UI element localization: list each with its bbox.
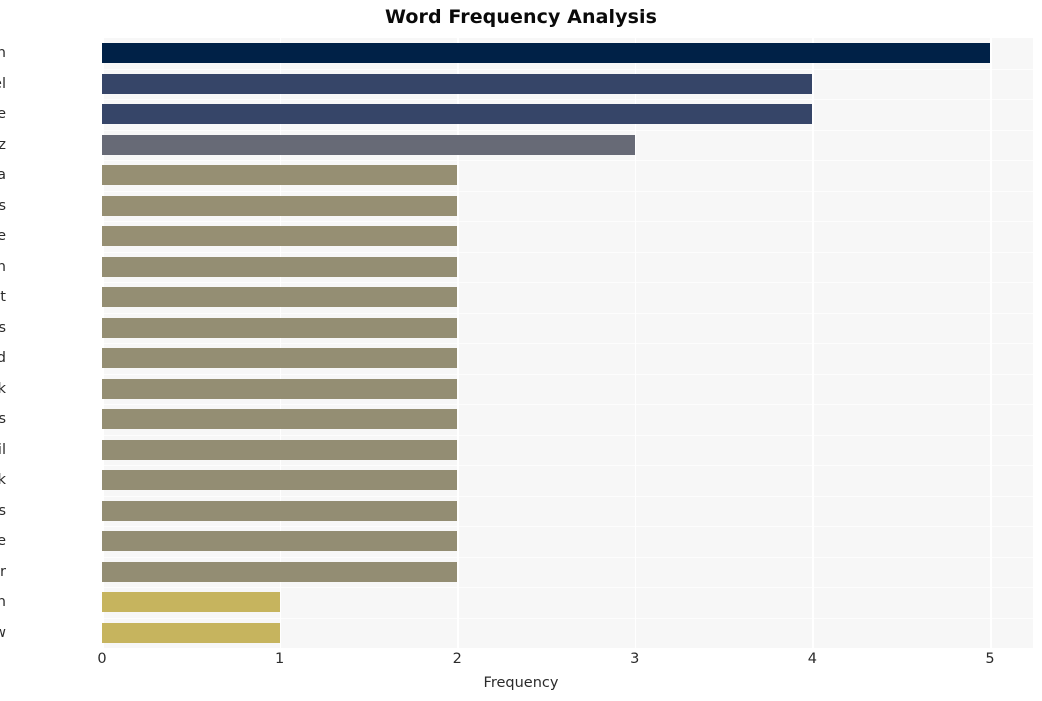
x-axis-tick-label: 0	[97, 651, 107, 667]
bar	[102, 43, 990, 64]
y-axis-tick-label: walz	[0, 136, 6, 153]
bar	[102, 561, 458, 582]
y-axis-tick-label: preferences	[0, 411, 6, 428]
bar	[102, 531, 458, 552]
y-axis-tick-label: palestinian	[0, 258, 6, 275]
bar	[102, 378, 458, 399]
gridline-horizontal	[102, 434, 1033, 436]
bar	[102, 226, 458, 247]
bar	[102, 439, 458, 460]
y-axis-tick-label: click	[0, 472, 6, 489]
x-axis-tick-label: 3	[630, 651, 640, 667]
bar	[102, 256, 458, 277]
gridline-vertical	[102, 38, 104, 648]
bar	[102, 134, 635, 155]
y-axis-tick-label: kamala	[0, 167, 6, 184]
gridline-horizontal	[102, 617, 1033, 619]
x-axis-tick-label: 4	[807, 651, 818, 667]
y-axis-tick-label: take	[0, 228, 6, 245]
gridline-horizontal	[102, 495, 1033, 497]
gridline-horizontal	[102, 526, 1033, 528]
gridline-vertical	[457, 38, 459, 648]
y-axis-tick-label: harris	[0, 197, 6, 214]
gridline-vertical	[812, 38, 814, 648]
y-axis-tick-label: new	[0, 624, 6, 641]
bar	[102, 409, 458, 430]
x-axis-tick-label: 2	[452, 651, 462, 667]
bar	[102, 73, 813, 94]
y-axis-tick-label: thank	[0, 380, 6, 397]
bar	[102, 500, 458, 521]
y-axis-tick-label: democrats	[0, 502, 6, 519]
gridline-vertical	[279, 38, 282, 648]
x-axis-label: Frequency	[483, 675, 559, 691]
gridline-horizontal	[102, 99, 1033, 101]
bar	[102, 165, 458, 186]
plot-area	[102, 38, 1033, 648]
x-axis-tick-label: 5	[985, 651, 995, 667]
bar	[102, 287, 458, 308]
gridline-horizontal	[102, 129, 1033, 131]
bar	[102, 348, 458, 369]
bar	[102, 195, 458, 216]
bar	[102, 104, 813, 125]
gridline-horizontal	[102, 404, 1033, 406]
gridline-horizontal	[102, 160, 1033, 162]
gridline-horizontal	[102, 343, 1033, 345]
y-axis-tick-label: movement	[0, 289, 6, 306]
gridline-horizontal	[102, 282, 1033, 284]
bar	[102, 622, 280, 643]
y-axis-tick-label: house	[0, 533, 6, 550]
y-axis-tick-label: insider	[0, 563, 6, 580]
chart-figure: Word Frequency Analysis sign israel vote wa…	[0, 0, 1042, 701]
gridline-vertical	[634, 38, 637, 648]
y-axis-tick-label: hash	[0, 594, 6, 611]
chart-title: Word Frequency Analysis	[384, 6, 658, 28]
bar	[102, 317, 458, 338]
y-axis-tick-label: sign	[0, 45, 6, 62]
gridline-horizontal	[102, 68, 1033, 70]
bar	[102, 592, 280, 613]
bar	[102, 470, 458, 491]
gridline-horizontal	[102, 251, 1033, 253]
y-axis-tick-label: israel	[0, 75, 6, 92]
gridline-horizontal	[102, 587, 1033, 589]
gridline-horizontal	[102, 312, 1033, 314]
x-axis-tick-label: 1	[274, 651, 285, 667]
y-axis-tick-label: vote	[0, 106, 6, 123]
gridline-horizontal	[102, 373, 1033, 375]
gridline-horizontal	[102, 556, 1033, 558]
gridline-horizontal	[102, 190, 1033, 192]
y-axis-tick-label: email	[0, 441, 6, 458]
gridline-horizontal	[102, 465, 1033, 467]
y-axis-tick-label: business	[0, 319, 6, 336]
gridline-vertical	[990, 38, 992, 648]
gridline-horizontal	[102, 221, 1033, 223]
y-axis-tick-label: read	[0, 350, 6, 367]
